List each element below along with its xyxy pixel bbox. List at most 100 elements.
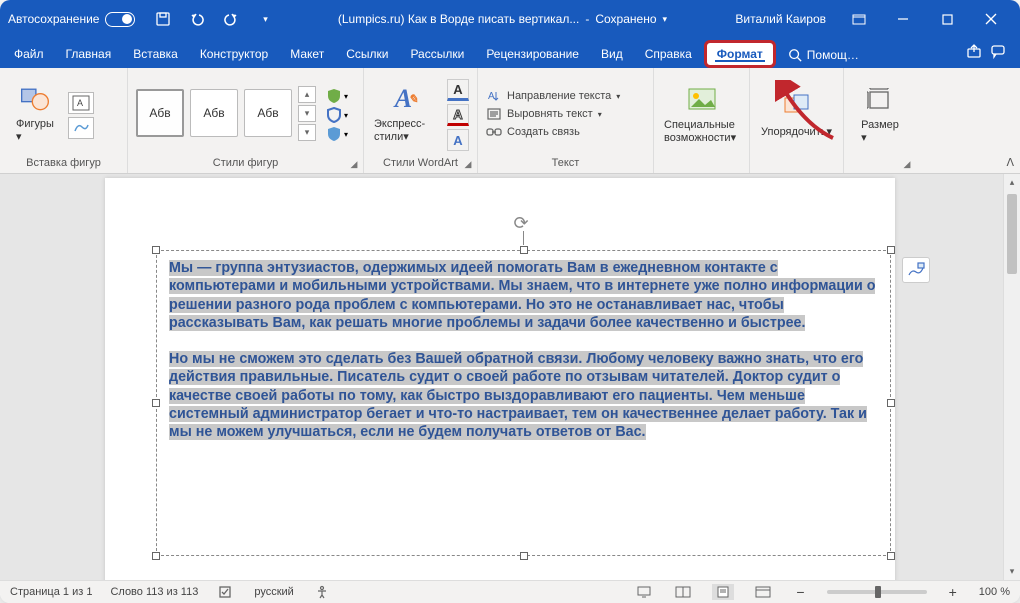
textbox-content[interactable]: Мы — группа энтузиастов, одержимых идеей… [169,259,878,547]
edit-shape-icon[interactable] [68,117,94,139]
tab-review[interactable]: Рецензирование [476,41,589,68]
word-window: Автосохранение ▾ (Lumpics.ru) Как в Ворд… [0,0,1020,603]
paragraph-2: Но мы не сможем это сделать без Вашей об… [169,351,867,440]
tab-home[interactable]: Главная [56,41,122,68]
alt-text-button[interactable]: Специальные возможности▾ [662,80,741,148]
tab-format[interactable]: Формат [704,40,776,68]
tab-mailings[interactable]: Рассылки [400,41,474,68]
resize-handle-tl[interactable] [152,246,160,254]
resize-handle-bm[interactable] [520,552,528,560]
resize-handle-ml[interactable] [152,399,160,407]
zoom-in-icon[interactable]: + [945,584,961,600]
zoom-slider[interactable] [827,590,927,594]
layout-options-icon[interactable] [902,257,930,283]
shape-style-2[interactable]: Абв [190,89,238,137]
textbox-shape[interactable]: ⟳ Мы — группа энтузиастов, одержимых иде… [156,250,891,556]
scroll-thumb[interactable] [1007,194,1017,274]
text-outline-icon[interactable]: A [447,104,469,126]
svg-text:A: A [488,91,495,102]
size-launcher-icon[interactable]: ◢ [901,158,913,170]
size-label: Размер▾ [861,119,899,144]
create-link-button[interactable]: Создать связь [486,125,620,139]
minimize-icon[interactable] [882,0,924,38]
shape-styles-launcher-icon[interactable]: ◢ [348,158,360,170]
redo-icon[interactable] [217,5,245,33]
scroll-up-icon[interactable]: ▴ [1004,174,1020,191]
shape-fill-icon[interactable]: ▾ [326,88,348,104]
align-text-button[interactable]: Выровнять текст▾ [486,107,620,121]
text-fill-icon[interactable]: A [447,79,469,101]
gallery-up-icon[interactable]: ▴ [298,86,316,103]
wordart-launcher-icon[interactable]: ◢ [462,158,474,170]
gallery-more-icon[interactable]: ▾ [298,124,316,141]
close-icon[interactable] [970,0,1012,38]
document-title: (Lumpics.ru) Как в Ворде писать вертикал… [338,12,579,26]
search-icon [788,48,802,62]
tab-references[interactable]: Ссылки [336,41,398,68]
comments-icon[interactable] [990,43,1006,62]
group-text: AНаправление текста▾ Выровнять текст▾ Со… [478,68,654,173]
user-name[interactable]: Виталий Каиров [725,12,836,26]
tab-layout[interactable]: Макет [280,41,334,68]
resize-handle-tm[interactable] [520,246,528,254]
resize-handle-br[interactable] [887,552,895,560]
save-icon[interactable] [149,5,177,33]
saved-dropdown-icon[interactable]: ▾ [663,14,668,25]
page-status[interactable]: Страница 1 из 1 [10,586,92,598]
read-mode-icon[interactable] [672,584,694,600]
text-effects-icon[interactable]: A [447,129,469,151]
saved-separator: - [585,12,589,26]
ribbon-display-icon[interactable] [838,0,880,38]
group-size: Размер▾ ◢ [844,68,916,173]
shape-style-3[interactable]: Абв [244,89,292,137]
shape-outline-icon[interactable]: ▾ [326,107,348,123]
tab-insert[interactable]: Вставка [123,41,188,68]
word-count[interactable]: Слово 113 из 113 [110,586,198,598]
zoom-out-icon[interactable]: − [792,584,808,600]
web-layout-icon[interactable] [752,584,774,600]
rotate-handle-icon[interactable]: ⟳ [514,213,534,233]
zoom-value[interactable]: 100 % [979,586,1010,598]
save-status: Сохранено [595,12,656,26]
language-status[interactable]: русский [254,586,293,598]
resize-handle-bl[interactable] [152,552,160,560]
tell-me-search[interactable]: Помощ… [778,48,865,68]
tab-view[interactable]: Вид [591,41,633,68]
tab-file[interactable]: Файл [4,41,54,68]
alt-text-label: Специальные возможности▾ [664,119,739,144]
qat-dropdown-icon[interactable]: ▾ [251,5,279,33]
autosave-label: Автосохранение [8,12,99,26]
shapes-button[interactable]: Фигуры▾ [8,79,62,147]
undo-icon[interactable] [183,5,211,33]
express-styles-button[interactable]: A✎ Экспресс-стили▾ [372,79,441,147]
gallery-down-icon[interactable]: ▾ [298,105,316,122]
maximize-icon[interactable] [926,0,968,38]
share-icon[interactable] [966,43,982,62]
zoom-slider-thumb[interactable] [875,586,881,598]
collapse-ribbon-icon[interactable]: ᐱ [1006,156,1014,169]
group-label-wordart: Стили WordArt [372,154,469,171]
resize-handle-tr[interactable] [887,246,895,254]
autosave-toggle[interactable]: Автосохранение [8,12,135,27]
vertical-scrollbar[interactable]: ▴ ▾ [1003,174,1020,580]
status-bar: Страница 1 из 1 Слово 113 из 113 русский… [0,580,1020,603]
svg-text:A: A [77,98,83,108]
shape-style-1[interactable]: Абв [136,89,184,137]
arrange-button[interactable]: Упорядочить▾ [759,86,834,142]
text-direction-button[interactable]: AНаправление текста▾ [486,89,620,103]
display-settings-icon[interactable] [634,584,654,600]
shape-effects-icon[interactable]: ▾ [326,126,348,142]
print-layout-icon[interactable] [712,584,734,600]
tab-design[interactable]: Конструктор [190,41,278,68]
tab-help[interactable]: Справка [635,41,702,68]
accessibility-status-icon[interactable] [312,584,332,600]
spellcheck-icon[interactable] [216,584,236,600]
size-button[interactable]: Размер▾ [853,80,907,148]
resize-handle-mr[interactable] [887,399,895,407]
tell-me-label: Помощ… [807,48,859,62]
group-arrange: Упорядочить▾ [750,68,844,173]
scroll-down-icon[interactable]: ▾ [1004,563,1020,580]
textbox-insert-icon[interactable]: A [68,92,94,114]
group-label-shape-styles: Стили фигур [136,154,355,171]
group-accessibility: Специальные возможности▾ [654,68,750,173]
